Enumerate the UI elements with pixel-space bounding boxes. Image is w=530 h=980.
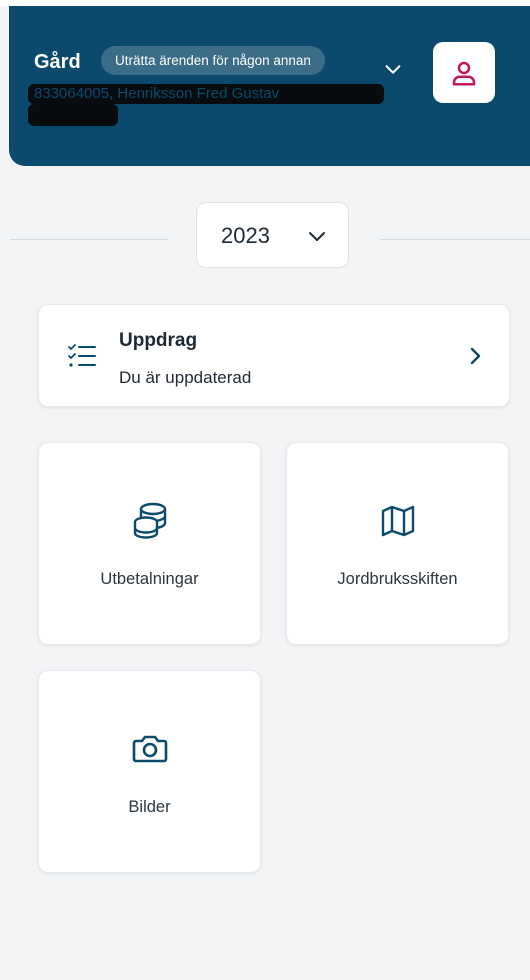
year-select[interactable]: 2023: [196, 202, 349, 268]
payments-tile[interactable]: Utbetalningar: [38, 442, 261, 645]
identity-redaction: [28, 104, 118, 126]
assignments-status: Du är uppdaterad: [119, 368, 252, 387]
divider-left: [10, 239, 168, 240]
map-icon: [381, 505, 415, 537]
act-for-other-button[interactable]: Uträtta ärenden för någon annan: [101, 46, 325, 75]
chevron-down-icon: [309, 232, 325, 241]
app-screen: Gård Uträtta ärenden för någon annan 833…: [0, 0, 530, 980]
identity-text: 833064005, Henriksson Fred Gustav: [28, 84, 384, 104]
farm-label: Gård: [34, 51, 81, 73]
camera-icon: [132, 735, 168, 763]
payments-label: Utbetalningar: [100, 570, 199, 588]
assignments-card[interactable]: Uppdrag Du är uppdaterad: [38, 304, 510, 407]
chevron-down-icon[interactable]: [382, 58, 404, 80]
fields-label: Jordbruksskiften: [337, 570, 458, 588]
photos-tile[interactable]: Bilder: [38, 670, 261, 873]
chevron-right-icon: [470, 347, 481, 365]
photos-label: Bilder: [128, 798, 171, 816]
checklist-icon: [68, 344, 96, 367]
user-profile-button[interactable]: [433, 42, 495, 103]
user-icon: [452, 61, 476, 85]
year-value: 2023: [221, 223, 270, 248]
assignments-title: Uppdrag: [119, 330, 198, 351]
coins-stack-icon: [133, 502, 167, 539]
divider-right: [380, 239, 530, 240]
fields-tile[interactable]: Jordbruksskiften: [286, 442, 509, 645]
